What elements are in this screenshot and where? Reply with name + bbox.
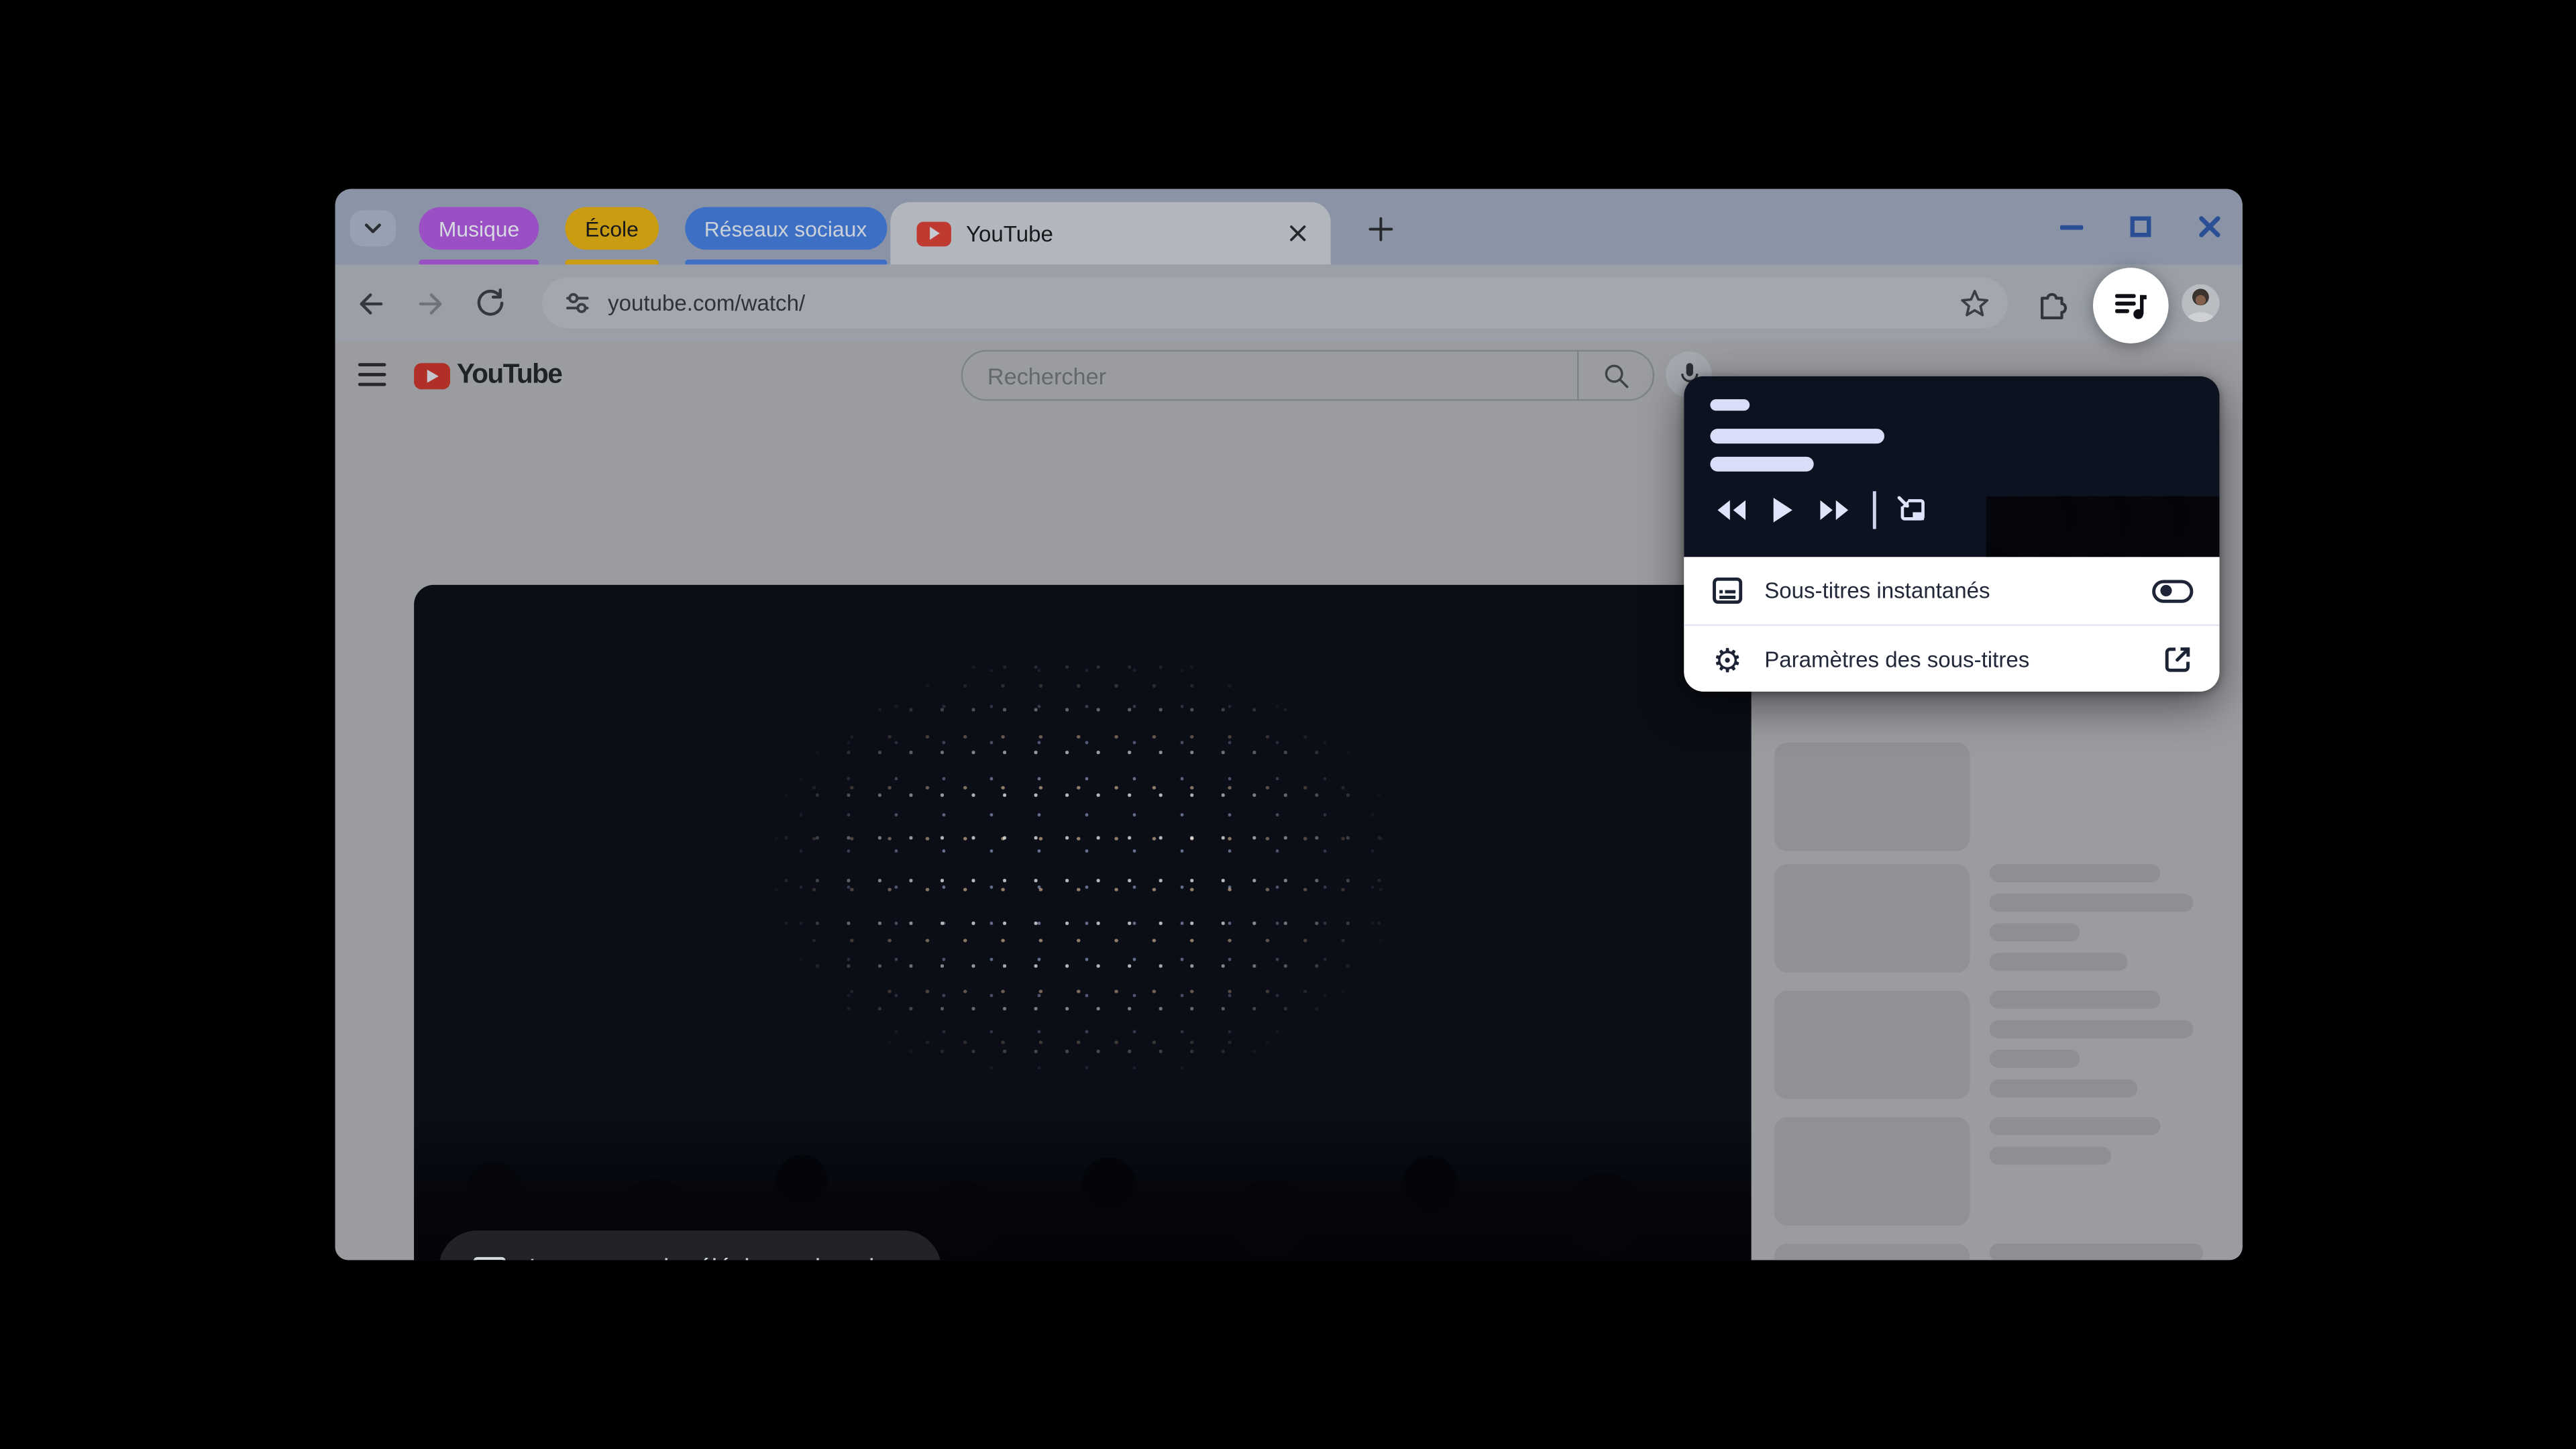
skeleton-thumbnail [1774,743,1970,851]
cast-overlay-label: Lecture sur le téléviseur du salon [529,1254,903,1260]
youtube-favicon-icon [917,221,951,246]
chevron-down-icon [363,213,382,243]
tab-title: YouTube [966,221,1288,246]
media-title-bar [1710,429,1884,443]
reload-button[interactable] [475,264,506,341]
media-thumbnail [1986,376,2220,557]
fast-rewind-icon [1713,497,1748,522]
live-caption-toggle[interactable] [2152,579,2193,602]
play-icon [1771,495,1794,523]
tab-group-pill[interactable]: École [566,207,658,250]
avatar [2182,284,2219,322]
search-box [961,350,1654,401]
profile-button[interactable] [2182,264,2219,341]
tab-group-reseaux-sociaux[interactable]: Réseaux sociaux [684,207,886,266]
live-caption-row[interactable]: Sous-titres instantanés [1684,557,2219,624]
skeleton-text-bar [1990,1079,2137,1097]
skeleton-thumbnail [1774,1244,1970,1260]
media-controls-button[interactable] [2093,268,2169,343]
skeleton-thumbnail [1774,864,1970,973]
media-controls-popup: Sous-titres instantanés ⚙ Paramètres des… [1684,376,2219,692]
media-session-card [1684,376,2219,557]
tab-group-musique[interactable]: Musique [419,207,539,266]
media-controls [1713,488,1928,531]
youtube-logo-text: YouTube [457,360,562,391]
address-bar[interactable]: youtube.com/watch/ [542,278,2007,329]
tab-strip: Musique École Réseaux sociaux YouTube [335,189,2243,265]
confetti-overlay [708,645,1457,1143]
youtube-logo[interactable]: YouTube [414,360,561,391]
media-controls-icon [2111,286,2151,325]
skeleton-text-bar [1990,864,2161,882]
caption-settings-label: Paramètres des sous-titres [1764,647,2162,672]
skeleton-text-bar [1990,1244,2203,1260]
gear-icon: ⚙ [1710,643,1744,676]
tab-group-pill[interactable]: Musique [419,207,539,250]
tab-group-label: Réseaux sociaux [704,216,867,241]
tab-close-button[interactable] [1288,223,1307,243]
new-tab-button[interactable] [1355,207,1404,250]
next-track-button[interactable] [1817,497,1851,522]
skeleton-text-bar [1990,953,2128,971]
back-button[interactable] [355,264,386,341]
close-window-button[interactable] [2198,215,2221,238]
forward-button[interactable] [416,264,447,341]
skeleton-text-bar [1990,991,2161,1009]
skeleton-text-bar [1990,1117,2161,1135]
tab-search-button[interactable] [350,210,396,246]
caption-settings-row[interactable]: ⚙ Paramètres des sous-titres [1684,626,2219,693]
back-icon [355,288,386,318]
forward-icon [416,288,447,318]
tab-group-label: Musique [439,216,519,241]
skeleton-text-bar [1990,1146,2111,1165]
plus-icon [1368,216,1393,241]
skeleton-text-bar [1990,1050,2080,1068]
tab-groups: Musique École Réseaux sociaux [419,207,886,266]
media-artist-bar [1710,457,1813,472]
open-in-new-icon [2162,644,2194,676]
skeleton-thumbnail [1774,991,1970,1099]
window-controls [2060,189,2221,265]
skeleton-text-bar [1990,1020,2194,1038]
bookmark-button[interactable] [1958,264,1991,341]
thumbnail-crowd [1986,496,2220,557]
site-settings-icon[interactable] [564,289,592,317]
media-source-bar [1710,399,1750,411]
picture-in-picture-button[interactable] [1893,493,1927,526]
screenshot-stage: Musique École Réseaux sociaux YouTube [0,0,2576,1449]
minimize-button[interactable] [2060,215,2083,238]
live-caption-label: Sous-titres instantanés [1764,578,2152,603]
picture-in-picture-icon [1893,493,1927,526]
url-text[interactable]: youtube.com/watch/ [608,290,805,315]
star-icon [1958,286,1991,319]
skeleton-text-bar [1990,923,2080,941]
tab-group-ecole[interactable]: École [566,207,658,266]
cast-icon [472,1254,508,1260]
youtube-play-icon [414,362,450,388]
previous-track-button[interactable] [1713,497,1748,522]
skeleton-thumbnail [1774,1117,1970,1226]
browser-window: Musique École Réseaux sociaux YouTube [335,189,2243,1260]
search-button[interactable] [1577,352,1653,399]
menu-icon[interactable] [358,363,386,386]
tab-group-pill[interactable]: Réseaux sociaux [684,207,886,250]
popup-menu: Sous-titres instantanés ⚙ Paramètres des… [1684,557,2219,692]
skeleton-text-bar [1990,894,2194,912]
toggle-knob [2159,585,2171,596]
cast-overlay[interactable]: Lecture sur le téléviseur du salon [439,1230,943,1260]
extensions-button[interactable] [2035,264,2070,341]
browser-toolbar: youtube.com/watch/ [335,264,2243,341]
search-input[interactable] [963,352,1577,399]
reload-icon [475,288,506,319]
video-player[interactable]: Lecture sur le téléviseur du salon [414,585,1751,1260]
fast-forward-icon [1817,497,1851,522]
tab-youtube[interactable]: YouTube [890,202,1330,264]
tab-group-label: École [585,216,639,241]
extensions-icon [2035,286,2070,320]
controls-divider [1873,490,1876,528]
play-button[interactable] [1771,495,1794,523]
live-caption-icon [1710,574,1744,608]
search-icon [1601,361,1631,390]
maximize-button[interactable] [2129,215,2152,238]
